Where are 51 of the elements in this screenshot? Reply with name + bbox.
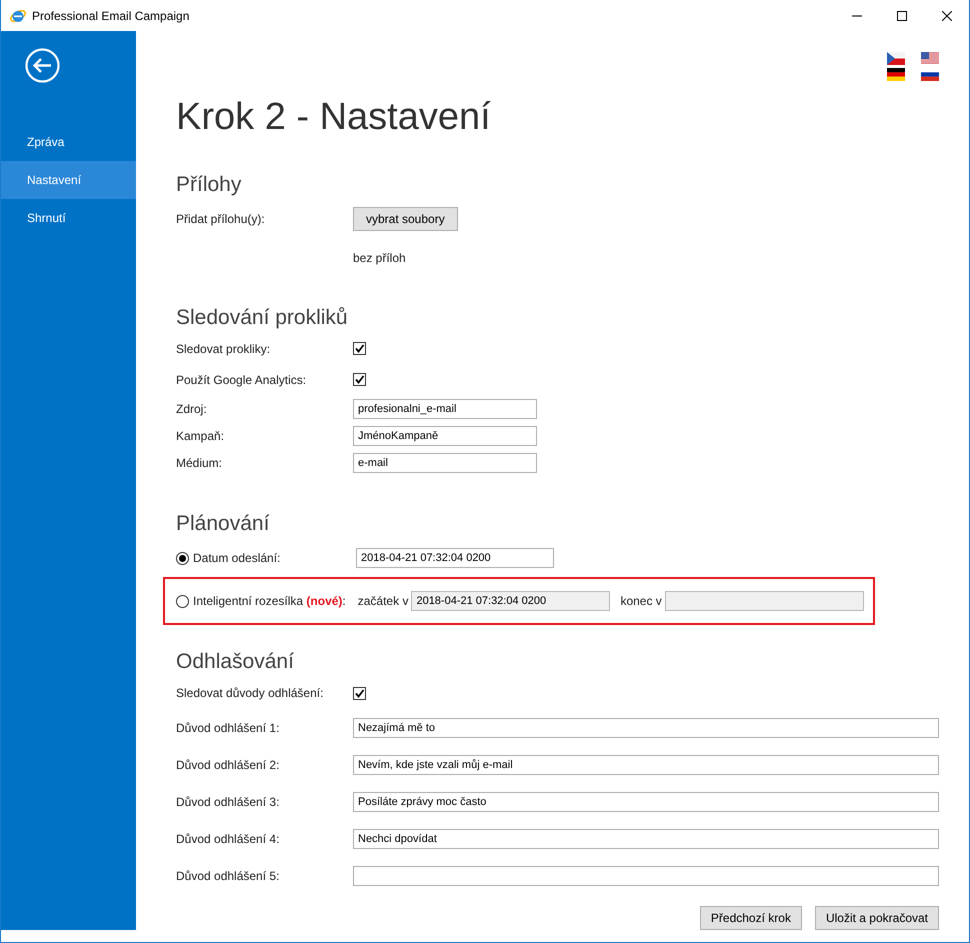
sidebar-item[interactable]: Shrnutí [1, 199, 136, 237]
text-field[interactable]: Nevím, kde jste vzali můj e-mail [353, 754, 939, 774]
field-label: Důvod odhlášení 4: [176, 832, 280, 846]
field-label: Důvod odhlášení 2: [176, 758, 280, 772]
field-label: Důvod odhlášení 5: [176, 868, 280, 882]
text-field[interactable]: profesionalni_e-mail [353, 398, 537, 418]
select-files-button[interactable]: vybrat soubory [353, 207, 458, 231]
checkbox[interactable] [353, 686, 366, 700]
field-label: Kampaň: [176, 428, 226, 442]
option-label: Inteligentní rozesílka (nové): [193, 594, 346, 608]
field-label: Zdroj: [176, 402, 208, 416]
section-heading: Sledování prokliků [176, 305, 349, 331]
text-field[interactable] [353, 866, 939, 886]
us-flag-icon[interactable] [921, 52, 939, 65]
date-field[interactable] [664, 591, 864, 611]
close-icon[interactable] [942, 10, 952, 20]
text-field[interactable]: Nezajímá mě to [353, 718, 939, 738]
czech-flag-icon[interactable] [887, 52, 905, 65]
radio-button[interactable] [176, 594, 189, 608]
app-icon [10, 8, 26, 24]
page-title: Krok 2 - Nastavení [176, 95, 492, 140]
sidebar-item[interactable]: Zpráva [1, 123, 136, 161]
field-label: Důvod odhlášení 3: [176, 794, 280, 808]
section-heading: Plánování [176, 511, 270, 537]
date-field[interactable]: 2018-04-21 07:32:04 0200 [356, 548, 554, 568]
text-field[interactable]: JménoKampaně [353, 426, 537, 446]
field-label: konec v [620, 594, 662, 608]
checkbox[interactable] [353, 342, 366, 355]
checkbox[interactable] [353, 373, 366, 386]
section-heading: Přílohy [176, 172, 242, 198]
field-label: Médium: [176, 456, 224, 470]
field-label: Přidat přílohu(y): [176, 212, 266, 226]
text-field[interactable]: Nechci dpovídat [353, 828, 939, 848]
maximize-icon[interactable] [896, 10, 906, 20]
text-field[interactable]: e-mail [353, 452, 537, 472]
radio-option[interactable]: Datum odeslání: [176, 551, 356, 565]
section-heading: Odhlašování [176, 649, 295, 675]
previous-button[interactable]: Předchozí krok [700, 906, 802, 930]
attachments-status: bez příloh [353, 250, 406, 264]
field-label: Sledovat důvody odhlášení: [176, 686, 324, 700]
window-title: Professional Email Campaign [32, 8, 190, 22]
sidebar-item[interactable]: Nastavení [1, 161, 136, 199]
text-field[interactable]: Posíláte zprávy moc často [353, 792, 939, 812]
date-field[interactable]: 2018-04-21 07:32:04 0200 [411, 591, 610, 611]
field-label: začátek v [358, 594, 408, 608]
back-icon[interactable] [25, 48, 60, 83]
german-flag-icon[interactable] [887, 68, 905, 81]
save-continue-button[interactable]: Uložit a pokračovat [814, 906, 939, 930]
field-label: Použít Google Analytics: [176, 372, 308, 386]
field-label: Sledovat prokliky: [176, 342, 272, 356]
field-label: Důvod odhlášení 1: [176, 720, 280, 734]
